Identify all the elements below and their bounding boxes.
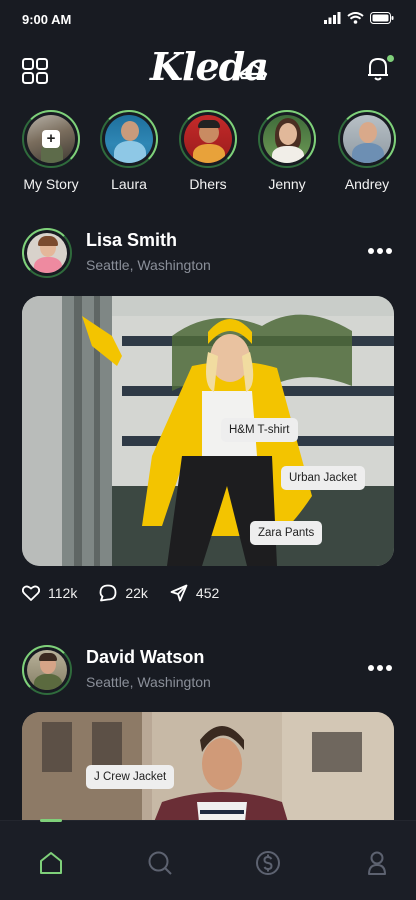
like-button[interactable]: 112k [22,585,77,601]
story-ring [258,110,316,168]
post-image[interactable]: H&M T-shirt Urban Jacket Zara Pants [22,296,394,566]
more-dots-icon [368,248,374,254]
like-count: 112k [48,585,78,601]
story-laura[interactable]: Laura [89,110,169,192]
status-bar: 9:00 AM [0,0,416,40]
story-name: Andrey [344,176,390,192]
story-my-story[interactable]: + My Story [11,110,91,192]
fashion-photo [22,296,394,566]
dollar-icon [256,851,280,875]
more-dots-icon [368,665,374,671]
post-avatar-ring[interactable] [22,228,72,278]
app-header: Kleda [0,42,416,98]
product-tag[interactable]: J Crew Jacket [86,765,175,789]
add-story-icon: + [42,130,60,148]
avatar [105,115,153,163]
avatar [27,233,67,273]
story-name: My Story [23,176,79,192]
battery-icon [370,12,394,24]
post-actions: 112k 22k 452 [22,580,219,606]
post-more-button[interactable] [368,248,392,254]
post-location: Seattle, Washington [86,674,211,690]
avatar [343,115,391,163]
story-ring [338,110,396,168]
bottom-tab-bar [0,819,416,900]
story-andrey[interactable]: Andrey [327,110,407,192]
wifi-icon [347,12,364,24]
product-tag[interactable]: Urban Jacket [281,466,365,490]
tab-wallet[interactable] [254,849,284,879]
tab-profile[interactable] [363,849,393,879]
notifications-button[interactable] [366,55,394,84]
share-count: 452 [195,585,220,601]
stories-row: + My Story Laura Dhers Jenny Andrey [0,110,416,200]
status-time: 9:00 AM [22,12,72,27]
comment-icon [99,584,117,602]
home-icon [40,852,62,874]
post-avatar-ring[interactable] [22,645,72,695]
product-tag[interactable]: H&M T-shirt [221,418,298,442]
profile-icon [368,851,386,875]
hanger-logo-icon [238,62,268,80]
story-name: Dhers [189,176,227,192]
comment-count: 22k [125,585,148,601]
post-header: David Watson Seattle, Washington [0,645,416,705]
tab-home[interactable] [37,849,67,879]
grid-icon [22,58,48,84]
active-tab-indicator [40,819,62,822]
signal-icon [324,12,341,24]
product-tag[interactable]: Zara Pants [250,521,323,545]
story-ring [179,110,237,168]
post-more-button[interactable] [368,665,392,671]
story-ring [100,110,158,168]
story-name: Jenny [268,176,306,192]
search-icon [148,851,172,875]
share-button[interactable]: 452 [170,584,219,602]
tab-search[interactable] [146,849,176,879]
avatar [263,115,311,163]
story-jenny[interactable]: Jenny [247,110,327,192]
post-header: Lisa Smith Seattle, Washington [0,228,416,288]
notification-dot [387,55,394,62]
menu-grid-button[interactable] [22,58,48,84]
send-icon [170,584,188,602]
story-name: Laura [111,176,147,192]
avatar [184,115,232,163]
story-ring: + [22,110,80,168]
status-icons [324,12,394,24]
post-author[interactable]: David Watson [86,647,204,668]
comment-button[interactable]: 22k [99,584,148,602]
post-author[interactable]: Lisa Smith [86,230,177,251]
avatar [27,650,67,690]
story-dhers[interactable]: Dhers [168,110,248,192]
heart-icon [22,585,40,601]
post-location: Seattle, Washington [86,257,211,273]
